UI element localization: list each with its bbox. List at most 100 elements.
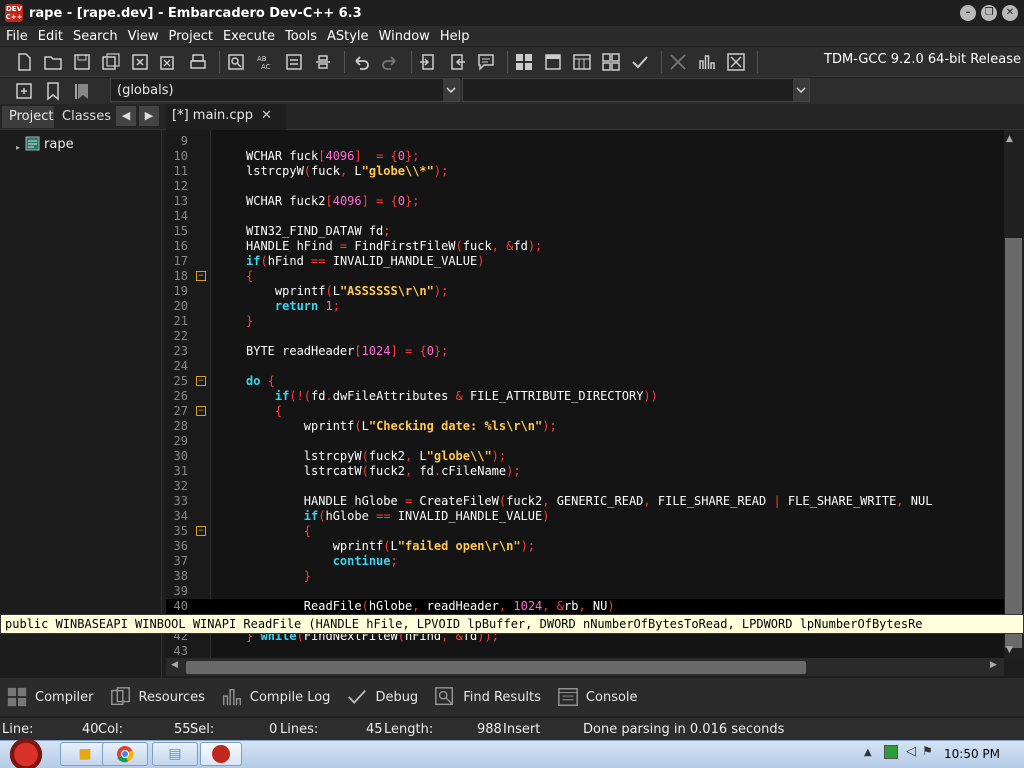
code-line[interactable]: 25− do { xyxy=(166,374,1004,389)
compile-run-icon[interactable] xyxy=(570,50,594,74)
new-file-icon[interactable] xyxy=(12,50,36,74)
remove-file-icon[interactable] xyxy=(445,50,469,74)
vertical-scrollbar-thumb[interactable] xyxy=(1005,238,1022,648)
tab-find-results[interactable]: Find Results xyxy=(432,684,541,710)
code-line[interactable]: 27− { xyxy=(166,404,1004,419)
code-line[interactable]: 35− { xyxy=(166,524,1004,539)
replace-icon[interactable]: AB AC xyxy=(253,50,277,74)
code-line[interactable]: 17 if(hFind == INVALID_HANDLE_VALUE) xyxy=(166,254,1004,269)
chevron-down-icon[interactable] xyxy=(443,79,459,101)
menu-file[interactable]: File xyxy=(6,29,35,44)
code-line[interactable]: 24 xyxy=(166,359,1004,374)
taskbar-clock[interactable]: 10:50 PM xyxy=(944,747,1000,761)
tab-scroll-left-button[interactable]: ◀ xyxy=(116,106,136,126)
code-line[interactable]: 40 ReadFile(hGlobe, readHeader, 1024, &r… xyxy=(166,599,1004,614)
code-line[interactable]: 10 WCHAR fuck[4096] = {0}; xyxy=(166,149,1004,164)
taskbar-chrome-button[interactable] xyxy=(102,742,148,766)
compiler-set-selector[interactable]: TDM-GCC 9.2.0 64-bit Release xyxy=(824,52,1021,67)
code-line[interactable]: 29 xyxy=(166,434,1004,449)
code-line[interactable]: 9 xyxy=(166,134,1004,149)
code-line[interactable]: 13 WCHAR fuck2[4096] = {0}; xyxy=(166,194,1004,209)
run-icon[interactable] xyxy=(541,50,565,74)
close-button[interactable]: ✕ xyxy=(1002,5,1018,21)
tab-resources[interactable]: Resources xyxy=(108,684,205,710)
start-button[interactable] xyxy=(2,738,50,768)
compile-icon[interactable] xyxy=(512,50,536,74)
open-folder-icon[interactable] xyxy=(41,50,65,74)
tab-scroll-right-button[interactable]: ▶ xyxy=(139,106,159,126)
code-line[interactable]: 23 BYTE readHeader[1024] = {0}; xyxy=(166,344,1004,359)
network-icon[interactable] xyxy=(884,745,898,759)
rebuild-icon[interactable] xyxy=(599,50,623,74)
function-dropdown[interactable] xyxy=(462,78,810,102)
close-file-icon[interactable] xyxy=(128,50,152,74)
menu-edit[interactable]: Edit xyxy=(38,29,70,44)
horizontal-scrollbar-thumb[interactable] xyxy=(186,661,806,674)
print-icon[interactable] xyxy=(186,50,210,74)
tab-debug[interactable]: Debug xyxy=(344,684,418,710)
code-line[interactable]: 43 xyxy=(166,644,1004,658)
scroll-right-icon[interactable]: ▶ xyxy=(990,660,997,670)
code-line[interactable]: 19 wprintf(L"ASSSSSS\r\n"); xyxy=(166,284,1004,299)
taskbar-notepad-button[interactable]: ▤ xyxy=(152,742,198,766)
fold-toggle-icon[interactable]: − xyxy=(196,406,206,416)
code-line[interactable]: 33 HANDLE hGlobe = CreateFileW(fuck2, GE… xyxy=(166,494,1004,509)
project-tree-root[interactable]: ▸ rape xyxy=(16,136,74,152)
redo-icon[interactable] xyxy=(378,50,402,74)
code-line[interactable]: 39 xyxy=(166,584,1004,599)
find-icon[interactable] xyxy=(224,50,248,74)
save-icon[interactable] xyxy=(70,50,94,74)
code-line[interactable]: 15 WIN32_FIND_DATAW fd; xyxy=(166,224,1004,239)
code-line[interactable]: 36 wprintf(L"failed open\r\n"); xyxy=(166,539,1004,554)
code-line[interactable]: 34 if(hGlobe == INVALID_HANDLE_VALUE) xyxy=(166,509,1004,524)
scope-dropdown[interactable]: (globals) xyxy=(110,78,460,102)
project-options-icon[interactable] xyxy=(474,50,498,74)
code-line[interactable]: 11 lstrcpyW(fuck, L"globe\\*"); xyxy=(166,164,1004,179)
code-line[interactable]: 38 } xyxy=(166,569,1004,584)
profile-icon[interactable] xyxy=(695,50,719,74)
menu-execute[interactable]: Execute xyxy=(223,29,282,44)
code-line[interactable]: 16 HANDLE hFind = FindFirstFileW(fuck, &f… xyxy=(166,239,1004,254)
tab-compiler[interactable]: Compiler xyxy=(4,684,94,710)
new-project-icon[interactable] xyxy=(416,50,440,74)
menu-tools[interactable]: Tools xyxy=(285,29,324,44)
unindent-icon[interactable] xyxy=(311,50,335,74)
tab-compile-log[interactable]: Compile Log xyxy=(219,684,330,710)
bookmark-list-icon[interactable] xyxy=(70,79,94,103)
close-icon[interactable]: ✕ xyxy=(261,108,272,123)
menu-search[interactable]: Search xyxy=(73,29,125,44)
goto-declaration-icon[interactable] xyxy=(12,79,36,103)
code-line[interactable]: 12 xyxy=(166,179,1004,194)
syntax-check-icon[interactable] xyxy=(628,50,652,74)
code-line[interactable]: 37 continue; xyxy=(166,554,1004,569)
close-all-icon[interactable] xyxy=(157,50,181,74)
fold-toggle-icon[interactable]: − xyxy=(196,271,206,281)
code-line[interactable]: 21} xyxy=(166,314,1004,329)
scroll-down-icon[interactable]: ▼ xyxy=(1006,645,1013,655)
code-line[interactable]: 28 wprintf(L"Checking date: %ls\r\n"); xyxy=(166,419,1004,434)
code-line[interactable]: 14 xyxy=(166,209,1004,224)
flag-icon[interactable]: ⚑ xyxy=(922,744,933,758)
taskbar-devcpp-button[interactable] xyxy=(200,742,242,766)
chevron-down-icon[interactable] xyxy=(793,79,809,101)
tab-project[interactable]: Project xyxy=(2,106,54,128)
code-line[interactable]: 26 if(!(fd.dwFileAttributes & FILE_ATTRI… xyxy=(166,389,1004,404)
code-line[interactable]: 18− { xyxy=(166,269,1004,284)
bookmark-icon[interactable] xyxy=(41,79,65,103)
code-line[interactable]: 31 lstrcatW(fuck2, fd.cFileName); xyxy=(166,464,1004,479)
code-editor[interactable]: 9 10 WCHAR fuck[4096] = {0}; 11 lstrcpyW(fuc… xyxy=(166,130,1004,658)
indent-icon[interactable] xyxy=(282,50,306,74)
menu-astyle[interactable]: AStyle xyxy=(327,29,376,44)
delete-profile-icon[interactable] xyxy=(724,50,748,74)
save-all-icon[interactable] xyxy=(99,50,123,74)
menu-help[interactable]: Help xyxy=(440,29,477,44)
volume-icon[interactable]: ◁ xyxy=(906,744,916,759)
code-line[interactable]: 32 xyxy=(166,479,1004,494)
fold-toggle-icon[interactable]: − xyxy=(196,526,206,536)
fold-toggle-icon[interactable]: − xyxy=(196,376,206,386)
show-hidden-icons-icon[interactable]: ▲ xyxy=(864,747,872,758)
minimize-button[interactable]: – xyxy=(960,5,976,21)
code-line[interactable]: 30 lstrcpyW(fuck2, L"globe\\"); xyxy=(166,449,1004,464)
scroll-up-icon[interactable]: ▲ xyxy=(1006,134,1013,144)
tab-console[interactable]: Console xyxy=(555,684,638,710)
